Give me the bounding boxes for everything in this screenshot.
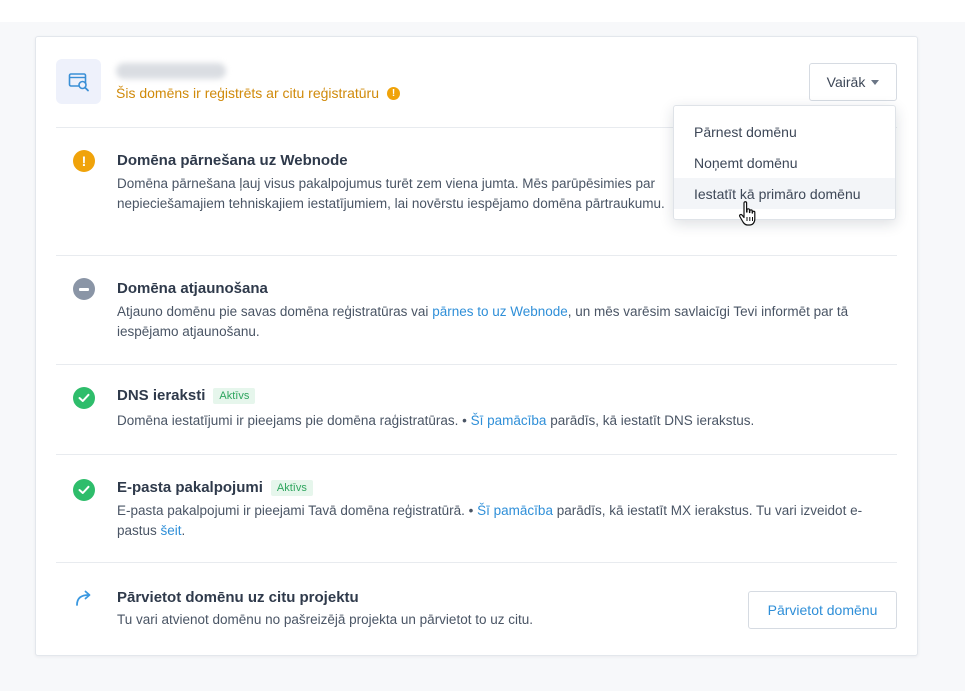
section-renewal: Domēna atjaunošana Atjauno domēnu pie sa…: [56, 255, 897, 364]
section-dns-text: Domēna iestatījumi ir pieejams pie domēn…: [117, 413, 755, 428]
domain-search-icon: [56, 59, 101, 104]
menu-item-transfer-domain[interactable]: Pārnest domēnu: [674, 116, 895, 147]
mx-guide-link[interactable]: Šī pamācība: [477, 503, 553, 518]
warning-icon: !: [386, 86, 400, 100]
caret-down-icon: [871, 79, 880, 85]
section-transfer-title: Domēna pārnešana uz Webnode: [117, 152, 348, 169]
section-move-title: Pārvietot domēnu uz citu projektu: [117, 589, 359, 606]
top-strip: [0, 0, 965, 22]
domain-warning-text: Šis domēns ir reģistrēts ar citu reģistr…: [116, 85, 379, 101]
check-icon: [73, 479, 95, 501]
menu-item-set-primary-domain[interactable]: Iestatīt kā primāro domēnu: [674, 178, 895, 209]
warning-status-icon: !: [73, 150, 95, 172]
status-badge: Aktīvs: [270, 479, 313, 496]
more-button[interactable]: Vairāk: [809, 63, 897, 101]
section-move-text: Tu vari atvienot domēnu no pašreizējā pr…: [117, 612, 533, 627]
hand-cursor-icon: [738, 200, 758, 233]
section-dns-title: DNS ieraksti Aktīvs: [117, 387, 256, 404]
section-dns: DNS ieraksti Aktīvs Domēna iestatījumi i…: [56, 364, 897, 454]
section-renewal-text: Atjauno domēnu pie savas domēna reģistra…: [117, 304, 849, 339]
section-email-title: E-pasta pakalpojumi Aktīvs: [117, 479, 313, 496]
dns-guide-link[interactable]: Šī pamācība: [471, 413, 547, 428]
more-button-label: Vairāk: [826, 74, 866, 90]
transfer-link[interactable]: pārnes to uz Webnode: [432, 304, 568, 319]
minus-status-icon: [73, 278, 95, 300]
domain-name-redacted: [116, 63, 226, 79]
more-dropdown-menu: Pārnest domēnu Noņemt domēnu Iestatīt kā…: [673, 105, 896, 220]
create-email-link[interactable]: šeit: [161, 523, 182, 538]
check-icon: [73, 387, 95, 409]
section-email-text: E-pasta pakalpojumi ir pieejami Tavā dom…: [117, 503, 863, 538]
menu-item-remove-domain[interactable]: Noņemt domēnu: [674, 147, 895, 178]
redirect-arrow-icon: [73, 587, 95, 609]
domain-warning: Šis domēns ir reģistrēts ar citu reģistr…: [116, 85, 400, 101]
section-transfer-text: Domēna pārnešana ļauj visus pakalpojumus…: [117, 176, 665, 211]
section-email: E-pasta pakalpojumi Aktīvs E-pasta pakal…: [56, 454, 897, 562]
move-domain-button[interactable]: Pārvietot domēnu: [748, 591, 897, 629]
section-renewal-title: Domēna atjaunošana: [117, 280, 268, 297]
status-badge: Aktīvs: [213, 387, 256, 404]
